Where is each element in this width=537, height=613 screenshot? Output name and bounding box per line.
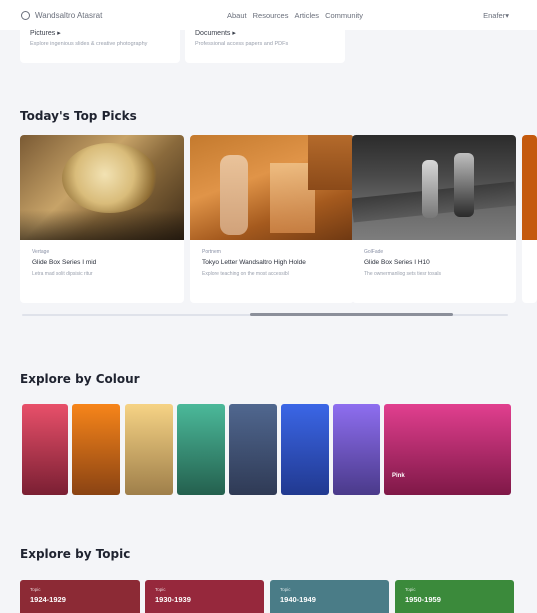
pick-image bbox=[352, 135, 516, 240]
topic-tile[interactable]: Topic 1940-1949 bbox=[270, 580, 389, 613]
language-label: Enafer bbox=[483, 11, 506, 20]
pick-card-partial[interactable] bbox=[522, 135, 537, 303]
pick-image bbox=[190, 135, 354, 240]
swatch-purple[interactable] bbox=[333, 404, 380, 495]
arrow-right-icon: ▸ bbox=[57, 30, 61, 37]
category-title: Documents ▸ bbox=[195, 30, 236, 37]
pick-desc: Explore teaching on the most accessibl bbox=[202, 271, 289, 277]
carousel-scroll-thumb[interactable] bbox=[250, 313, 453, 316]
pick-tag: Vertage bbox=[32, 249, 50, 255]
pick-card[interactable]: Portnem Tokyo Letter Wandsaltro High Hol… bbox=[190, 135, 354, 303]
pick-title: Glide Box Series I mid bbox=[32, 259, 97, 266]
topic-label: Topic bbox=[155, 587, 166, 592]
nav-item-community[interactable]: Community bbox=[325, 11, 363, 20]
section-title-top-picks: Today's Top Picks bbox=[20, 109, 137, 123]
topic-tile[interactable]: Topic 1930-1939 bbox=[145, 580, 264, 613]
arrow-right-icon: ▸ bbox=[232, 30, 236, 37]
category-desc: Professional access papers and PDFs bbox=[195, 41, 289, 47]
topic-label: Topic bbox=[30, 587, 41, 592]
swatch-slate[interactable] bbox=[229, 404, 277, 495]
nav-item-articles[interactable]: Articles bbox=[294, 11, 319, 20]
swatch-red[interactable] bbox=[22, 404, 68, 495]
topic-tile[interactable]: Topic 1924-1929 bbox=[20, 580, 140, 613]
topic-label: Topic bbox=[405, 587, 416, 592]
main-nav: Abaut Resources Articles Community bbox=[227, 11, 363, 20]
category-card-pictures[interactable]: Pictures ▸ Explore ingenious slides & cr… bbox=[20, 23, 180, 63]
pick-tag: GolFade bbox=[364, 249, 384, 255]
chevron-down-icon: ▾ bbox=[505, 11, 509, 20]
logo-text: Wandsaltro Atasrat bbox=[35, 10, 103, 20]
topic-label: Topic bbox=[280, 587, 291, 592]
topic-years: 1924-1929 bbox=[30, 595, 66, 604]
category-title: Pictures ▸ bbox=[30, 30, 61, 37]
category-card-documents[interactable]: Documents ▸ Professional access papers a… bbox=[185, 23, 345, 63]
pick-title: Tokyo Letter Wandsaltro High Holde bbox=[202, 259, 306, 266]
topic-years: 1940-1949 bbox=[280, 595, 316, 604]
swatch-label: Pink bbox=[392, 473, 405, 479]
swatch-yellow[interactable] bbox=[125, 404, 173, 495]
nav-item-resources[interactable]: Resources bbox=[253, 11, 289, 20]
pick-image bbox=[522, 135, 537, 240]
pick-desc: The ownermanliog sets tiesr tosals bbox=[364, 271, 441, 277]
pick-card[interactable]: GolFade Glide Box Series I H10 The owner… bbox=[352, 135, 516, 303]
swatch-pink[interactable]: Pink bbox=[384, 404, 511, 495]
swatch-orange[interactable] bbox=[72, 404, 120, 495]
topic-tile[interactable]: Topic 1950-1959 bbox=[395, 580, 514, 613]
nav-item-about[interactable]: Abaut bbox=[227, 11, 247, 20]
pick-card[interactable]: Vertage Glide Box Series I mid Letra mad… bbox=[20, 135, 184, 303]
topic-years: 1950-1959 bbox=[405, 595, 441, 604]
logo[interactable]: Wandsaltro Atasrat bbox=[21, 10, 103, 20]
pick-desc: Letra mad solit dipsisic ritur bbox=[32, 271, 93, 277]
section-title-topic: Explore by Topic bbox=[20, 547, 131, 561]
language-selector[interactable]: Enafer▾ bbox=[483, 11, 509, 20]
swatch-blue[interactable] bbox=[281, 404, 329, 495]
section-title-colour: Explore by Colour bbox=[20, 372, 140, 386]
logo-icon bbox=[21, 10, 30, 20]
topic-years: 1930-1939 bbox=[155, 595, 191, 604]
pick-tag: Portnem bbox=[202, 249, 221, 255]
pick-image bbox=[20, 135, 184, 240]
swatch-green[interactable] bbox=[177, 404, 225, 495]
category-desc: Explore ingenious slides & creative phot… bbox=[30, 41, 148, 47]
pick-title: Glide Box Series I H10 bbox=[364, 259, 430, 266]
